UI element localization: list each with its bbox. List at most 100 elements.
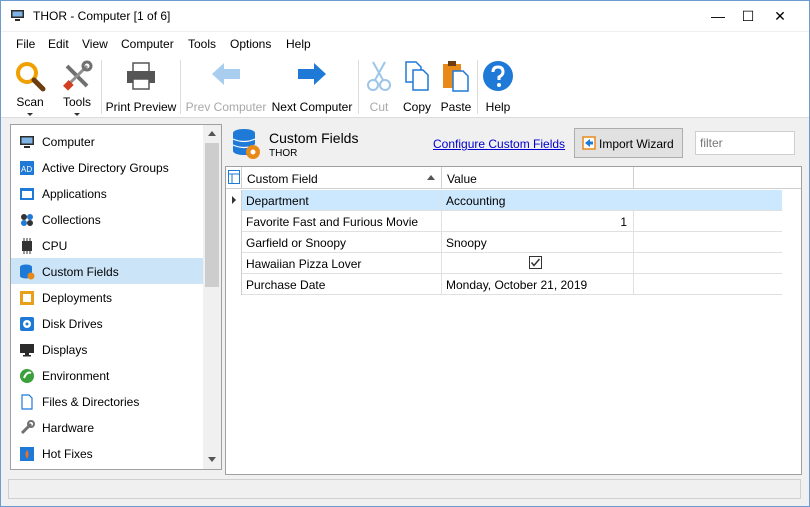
prev-computer-label: Prev Computer	[185, 100, 267, 114]
app-window: THOR - Computer [1 of 6] — ☐ ✕ File Edit…	[0, 0, 810, 507]
menu-file[interactable]: File	[16, 37, 35, 51]
nav-item-collections[interactable]: Collections	[11, 206, 204, 232]
import-icon	[582, 136, 596, 150]
print-preview-button[interactable]: Print Preview	[105, 58, 177, 116]
column-header-label: Custom Field	[247, 172, 318, 186]
paste-icon	[443, 61, 469, 92]
list-scrollbar[interactable]	[203, 125, 221, 469]
scroll-up-icon[interactable]	[208, 131, 216, 136]
environment-icon	[20, 369, 34, 383]
checkbox-checked-icon[interactable]	[529, 256, 542, 269]
nav-item-environment[interactable]: Environment	[11, 362, 204, 388]
toolbar-separator	[477, 60, 478, 114]
menu-tools[interactable]: Tools	[188, 37, 216, 51]
computer-icon	[11, 10, 24, 21]
cpu-icon	[22, 238, 32, 254]
nav-item-label: Active Directory Groups	[42, 161, 169, 175]
table-row[interactable]: Garfield or Snoopy Snoopy	[226, 232, 782, 253]
computer-icon	[20, 136, 34, 148]
paste-button[interactable]: Paste	[438, 58, 474, 116]
print-preview-label: Print Preview	[105, 100, 177, 114]
scroll-down-icon[interactable]	[208, 457, 216, 462]
title-bar: THOR - Computer [1 of 6] — ☐ ✕	[1, 1, 809, 31]
cell-custom-field[interactable]: Garfield or Snoopy	[242, 232, 442, 253]
arrow-right-icon	[298, 63, 326, 85]
next-computer-label: Next Computer	[271, 100, 353, 114]
custom-fields-grid: Custom Field Value Department Accounting…	[225, 166, 802, 475]
toolbar-separator	[180, 60, 181, 114]
nav-item-deployments[interactable]: Deployments	[11, 284, 204, 310]
help-icon	[483, 61, 513, 91]
menu-options[interactable]: Options	[230, 37, 271, 51]
scroll-thumb[interactable]	[205, 143, 219, 287]
printer-icon	[127, 62, 155, 90]
table-row[interactable]: Department Accounting	[226, 190, 782, 211]
custom-fields-icon	[20, 264, 35, 280]
nav-item-active-directory-groups[interactable]: AD Active Directory Groups	[11, 154, 204, 180]
minimize-button[interactable]: —	[703, 1, 733, 31]
nav-item-label: Collections	[42, 213, 101, 227]
menu-computer[interactable]: Computer	[121, 37, 174, 51]
help-button[interactable]: Help	[481, 58, 515, 116]
column-header-value[interactable]: Value	[442, 167, 634, 189]
toolbar-separator	[358, 60, 359, 114]
nav-item-computer[interactable]: Computer	[11, 128, 204, 154]
import-wizard-button[interactable]: Import Wizard	[574, 128, 683, 158]
panel-title: Custom Fields	[269, 130, 359, 146]
nav-item-applications[interactable]: Applications	[11, 180, 204, 206]
cell-custom-field[interactable]: Favorite Fast and Furious Movie	[242, 211, 442, 232]
cell-custom-field[interactable]: Purchase Date	[242, 274, 442, 295]
menu-edit[interactable]: Edit	[48, 37, 69, 51]
ad-groups-icon: AD	[20, 161, 34, 175]
menu-help[interactable]: Help	[286, 37, 311, 51]
nav-item-custom-fields[interactable]: Custom Fields	[11, 258, 204, 284]
table-row[interactable]: Purchase Date Monday, October 21, 2019	[226, 274, 782, 295]
copy-button[interactable]: Copy	[399, 58, 435, 116]
nav-item-displays[interactable]: Displays	[11, 336, 204, 362]
tools-label: Tools	[62, 95, 91, 109]
grid-header: Custom Field Value	[226, 167, 801, 189]
cell-custom-field[interactable]: Department	[242, 190, 442, 211]
row-indicator	[226, 211, 242, 232]
files-icon	[21, 394, 33, 410]
nav-item-hot-fixes[interactable]: Hot Fixes	[11, 440, 204, 466]
table-row[interactable]: Hawaiian Pizza Lover	[226, 253, 782, 274]
arrow-left-icon	[212, 63, 240, 85]
table-row[interactable]: Favorite Fast and Furious Movie 1	[226, 211, 782, 232]
toolbar: Scan Tools Print Preview Prev Computer N…	[1, 54, 809, 118]
column-header-custom-field[interactable]: Custom Field	[242, 167, 442, 189]
next-computer-button[interactable]: Next Computer	[270, 58, 354, 116]
cell-custom-field[interactable]: Hawaiian Pizza Lover	[242, 253, 442, 274]
cell-value[interactable]: Snoopy	[442, 232, 634, 253]
configure-custom-fields-link[interactable]: Configure Custom Fields	[433, 137, 565, 151]
close-button[interactable]: ✕	[765, 1, 795, 31]
custom-fields-icon	[232, 129, 260, 159]
menu-view[interactable]: View	[82, 37, 108, 51]
nav-item-label: Hardware	[42, 421, 95, 435]
nav-item-label: Computer	[42, 135, 95, 149]
nav-item-label: Files & Directories	[42, 395, 140, 409]
tools-dropdown-icon	[74, 113, 80, 116]
nav-item-label: Hot Fixes	[42, 447, 93, 461]
nav-item-label: Displays	[42, 343, 88, 357]
nav-item-label: Disk Drives	[42, 317, 103, 331]
filter-input[interactable]	[695, 131, 795, 155]
cut-button[interactable]: Cut	[363, 58, 395, 116]
scissors-icon	[367, 61, 391, 91]
copy-label: Copy	[402, 100, 431, 114]
maximize-button[interactable]: ☐	[733, 1, 763, 31]
nav-item-cpu[interactable]: CPU	[11, 232, 204, 258]
cell-value[interactable]	[442, 253, 634, 274]
nav-item-disk-drives[interactable]: Disk Drives	[11, 310, 204, 336]
column-chooser-button[interactable]	[226, 167, 242, 189]
cell-value[interactable]: 1	[442, 211, 634, 232]
cell-value[interactable]: Monday, October 21, 2019	[442, 274, 634, 295]
prev-computer-button[interactable]: Prev Computer	[185, 58, 267, 116]
window-title: THOR - Computer [1 of 6]	[33, 9, 171, 23]
cell-value[interactable]: Accounting	[442, 190, 782, 211]
scan-button[interactable]: Scan	[9, 58, 51, 116]
nav-item-hardware[interactable]: Hardware	[11, 414, 204, 440]
tools-button[interactable]: Tools	[55, 58, 99, 116]
hot-fixes-icon	[20, 447, 34, 461]
nav-item-files-directories[interactable]: Files & Directories	[11, 388, 204, 414]
